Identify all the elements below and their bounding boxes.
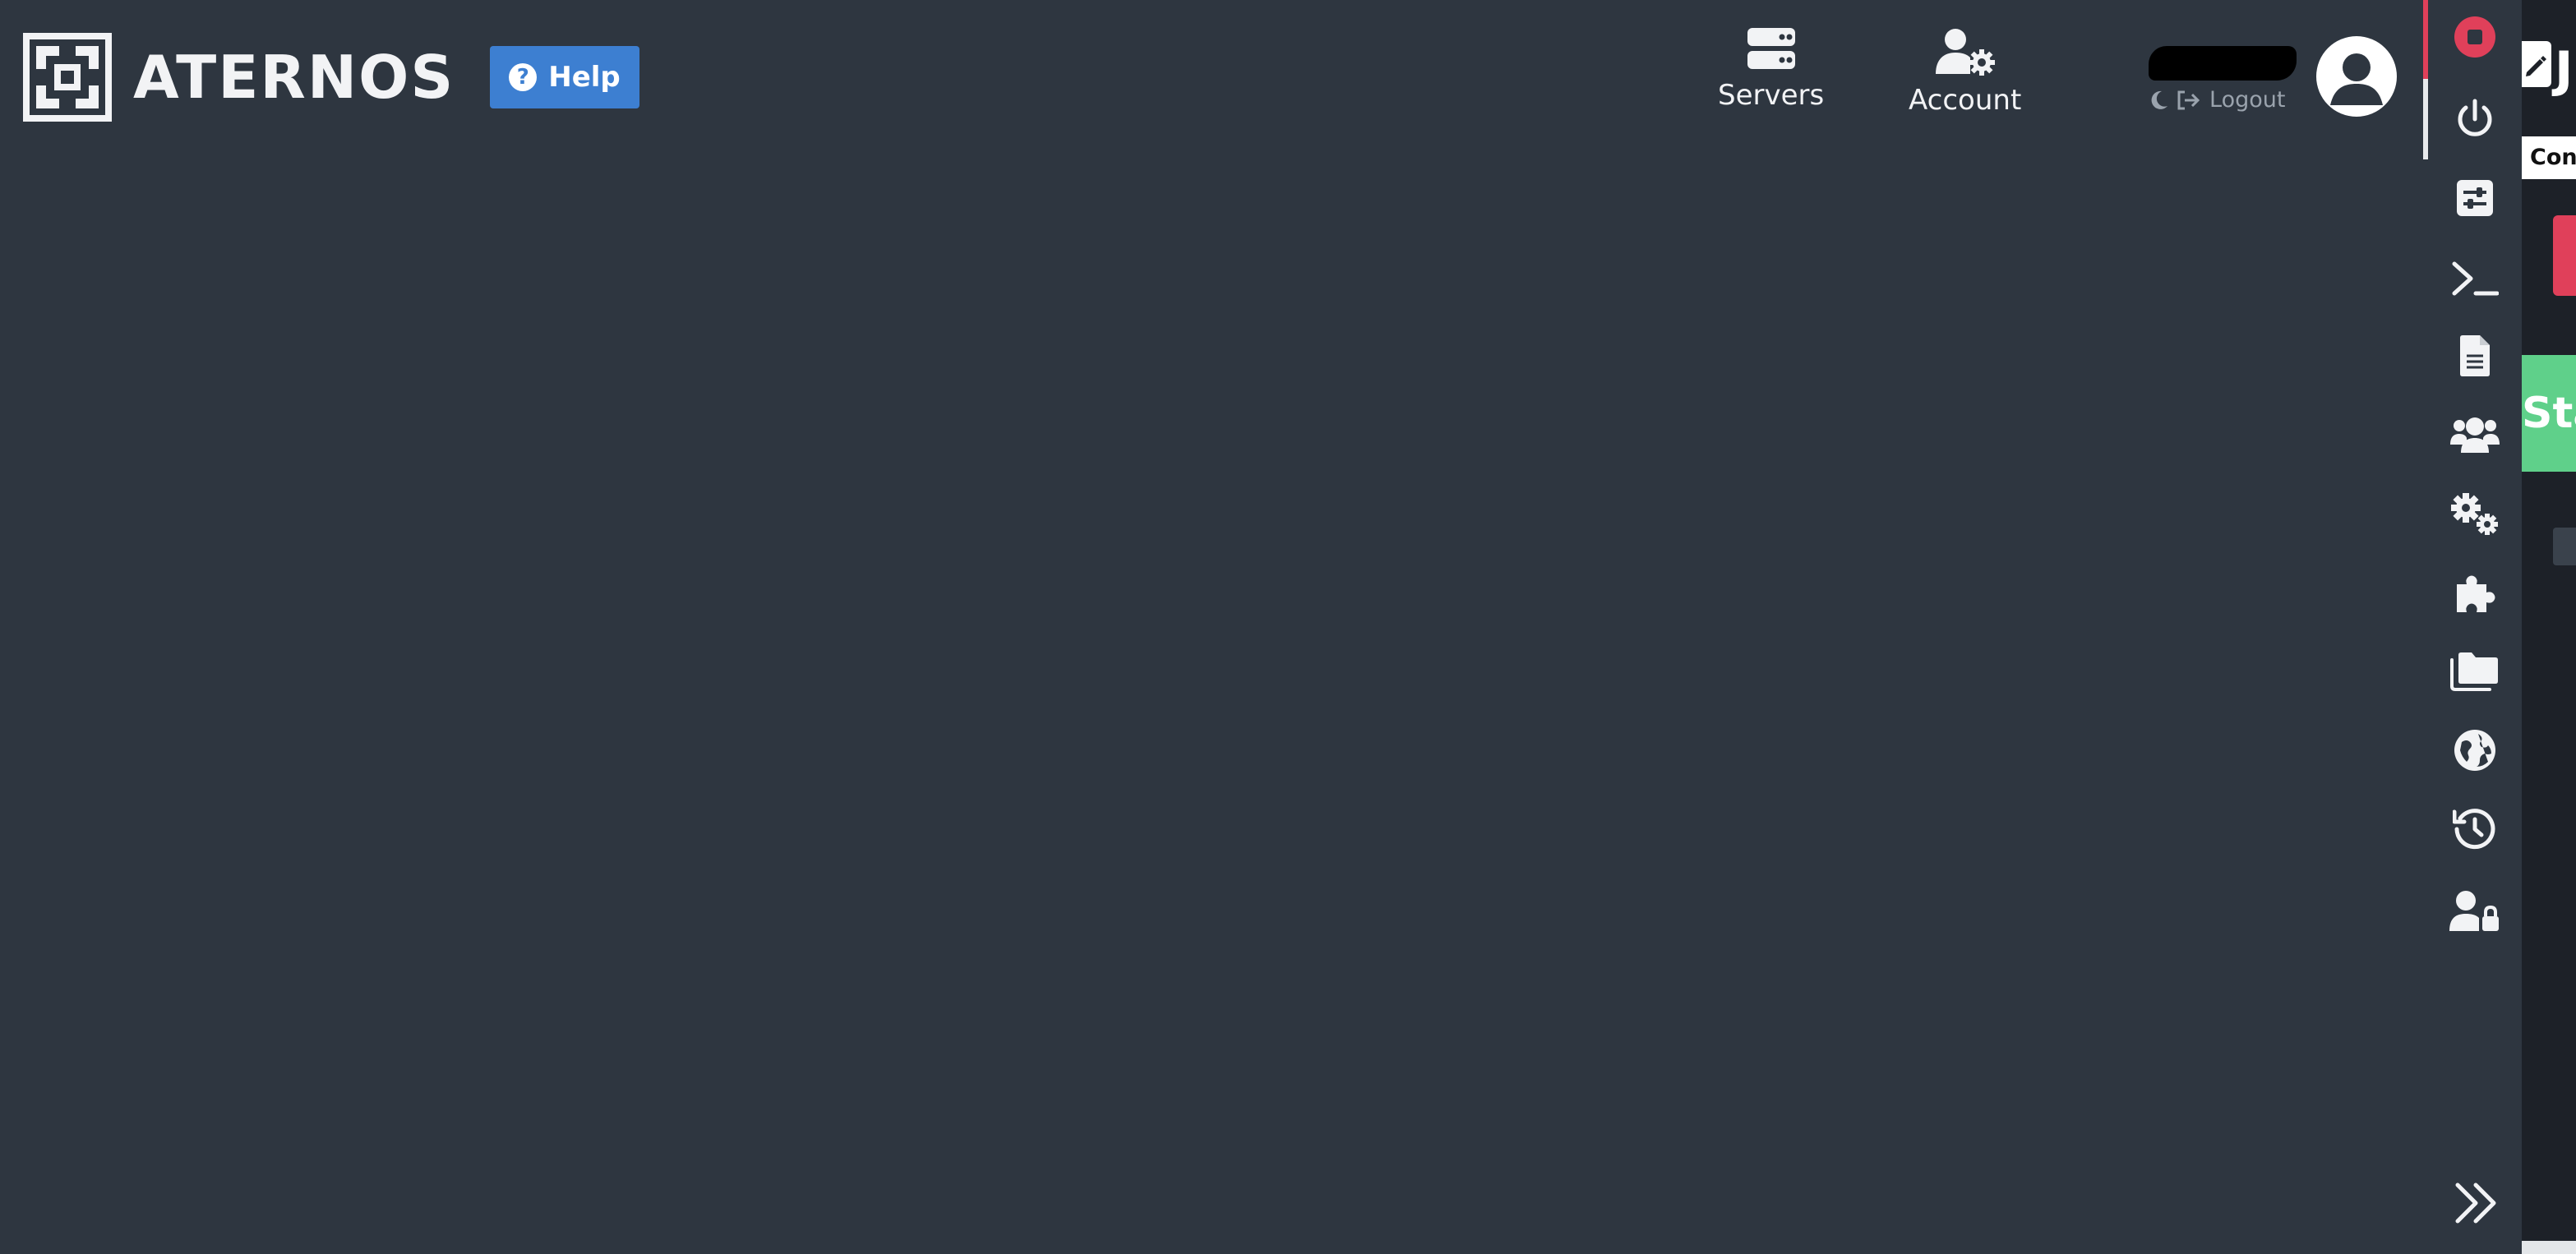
server-name-fragment: J (2555, 41, 2574, 99)
stop-button-fragment[interactable] (2553, 215, 2576, 296)
avatar[interactable] (2316, 36, 2397, 117)
aternos-logo-mark-icon (23, 33, 112, 122)
sidebar-item-log[interactable] (2449, 330, 2500, 381)
sidebar-item-worlds[interactable] (2449, 725, 2500, 776)
plugins-icon (2457, 575, 2495, 612)
players-icon (2450, 417, 2500, 453)
nav-account[interactable]: Account (1909, 28, 2021, 117)
sidebar-item-console[interactable] (2449, 253, 2500, 304)
access-icon (2449, 891, 2499, 931)
sidebar-item-server-settings[interactable] (2449, 488, 2500, 539)
settings-icon (2451, 493, 2498, 535)
logout-label: Logout (2209, 87, 2286, 113)
panel-bar-fragment (2553, 528, 2576, 565)
log-file-icon (2460, 335, 2490, 376)
start-button-fragment[interactable]: Sta (2522, 355, 2576, 472)
aternos-logo[interactable]: ATERNOS (23, 33, 455, 122)
account-settings-icon (1935, 29, 1995, 76)
panel-footer-fragment (2522, 1241, 2576, 1254)
sidebar-item-status[interactable] (2449, 12, 2500, 62)
nav-servers[interactable]: Servers (1718, 28, 1824, 112)
stop-icon (2454, 16, 2495, 58)
help-button[interactable]: ? Help (490, 46, 639, 108)
tooltip-fragment: Conn (2522, 136, 2576, 179)
logout-icon (2177, 90, 2200, 109)
brand-name: ATERNOS (133, 43, 455, 112)
sidebar-item-access[interactable] (2449, 886, 2500, 937)
top-header: ATERNOS ? Help Servers Account Logout (0, 0, 2423, 156)
sidebar-item-players[interactable] (2449, 409, 2500, 460)
edit-button[interactable] (2522, 41, 2551, 87)
sidebar-item-backups[interactable] (2449, 804, 2500, 855)
user-avatar-icon (2330, 53, 2383, 105)
servers-icon (1747, 28, 1795, 69)
pencil-icon (2526, 56, 2546, 76)
redacted-username (2149, 46, 2297, 81)
sidebar-item-files[interactable] (2449, 646, 2500, 697)
backups-icon (2453, 809, 2495, 850)
sidebar-item-options[interactable] (2449, 173, 2500, 224)
nav-servers-label: Servers (1718, 79, 1825, 112)
worlds-icon (2454, 730, 2495, 771)
options-icon (2457, 180, 2493, 216)
active-indicator (2423, 0, 2428, 79)
nav-account-label: Account (1909, 84, 2022, 117)
console-icon (2452, 261, 2499, 296)
double-chevron-right-icon (2455, 1183, 2496, 1224)
help-button-label: Help (548, 61, 621, 94)
logout-link[interactable]: Logout (2150, 87, 2285, 113)
files-icon (2450, 652, 2498, 691)
sidebar-item-power[interactable] (2449, 94, 2500, 145)
hover-indicator (2423, 79, 2428, 159)
sidebar-collapse-button[interactable] (2453, 1178, 2502, 1228)
power-icon (2458, 99, 2492, 136)
server-sidebar (2423, 0, 2522, 1254)
sidebar-item-plugins[interactable] (2449, 567, 2500, 618)
help-question-icon: ? (509, 63, 538, 91)
moon-icon[interactable] (2150, 90, 2168, 110)
server-panel-partial: J Conn Sta (2522, 0, 2576, 1254)
